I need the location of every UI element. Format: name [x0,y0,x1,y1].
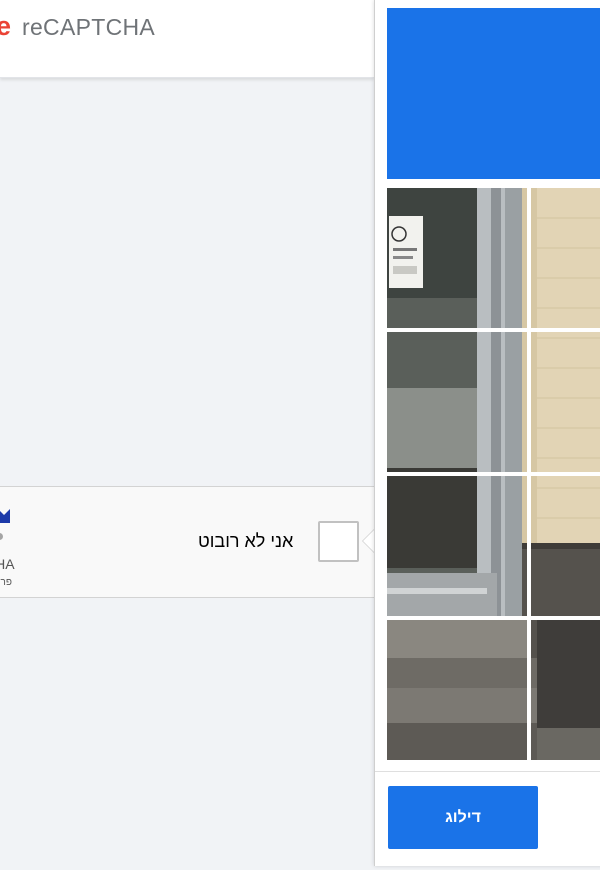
footer-divider [375,771,600,772]
recaptcha-header: e reCAPTCHA [0,0,374,78]
challenge-tile-5[interactable] [387,476,527,616]
recaptcha-widget: CHA פרט אני לא רובוט [0,486,375,598]
skip-button[interactable]: דילוג [388,786,538,849]
challenge-tile-1[interactable] [387,188,527,328]
challenge-tile-7[interactable] [387,620,527,760]
tile-image [531,620,600,760]
challenge-tile-6[interactable] [531,476,600,616]
challenge-tile-2[interactable] [531,188,600,328]
tile-image [531,332,600,472]
tile-image [387,332,527,472]
recaptcha-privacy-link[interactable]: פרט [0,577,12,588]
challenge-tile-4[interactable] [531,332,600,472]
google-logo-partial: e [0,11,12,41]
challenge-tile-8[interactable] [531,620,600,760]
recaptcha-widget-brand: CHA [0,556,15,572]
tile-image [531,476,600,616]
tile-image [387,476,527,616]
checkbox-label: אני לא רובוט [198,531,294,551]
tile-image [387,620,527,760]
recaptcha-logo-icon [0,509,10,523]
recaptcha-brand-text: reCAPTCHA [22,14,156,40]
challenge-panel: דילוג [374,0,600,866]
challenge-instructions-header [387,8,600,179]
recaptcha-logo-arrow-icon [0,533,3,540]
not-robot-checkbox[interactable] [318,521,359,562]
tile-image [531,188,600,328]
challenge-image-grid [387,188,600,761]
challenge-tile-3[interactable] [387,332,527,472]
tile-image [387,188,527,328]
